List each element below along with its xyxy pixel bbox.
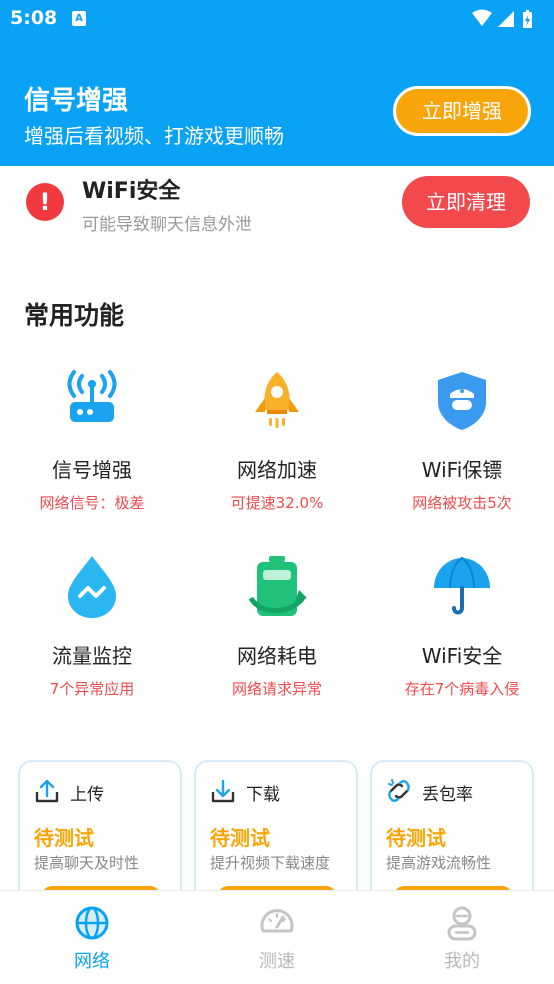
rocket-icon — [255, 372, 299, 428]
feature-status: 网络请求异常 — [231, 680, 322, 698]
water-drop-icon — [68, 556, 116, 618]
header-title: 信号增强 — [24, 86, 129, 116]
notification-a-icon: A — [72, 11, 86, 26]
card-title: 丢包率 — [422, 785, 473, 805]
battery-status-icon — [523, 10, 532, 28]
feature-name: 网络加速 — [237, 458, 317, 482]
feature-name: 流量监控 — [52, 644, 132, 668]
tab-label: 网络 — [74, 951, 110, 972]
packet-loss-test-card[interactable]: 丢包率 待测试 提高游戏流畅性 — [370, 760, 534, 910]
wifi-security-alert: ! WiFi安全 可能导致聊天信息外泄 立即清理 — [0, 166, 554, 246]
warning-icon: ! — [26, 183, 64, 221]
feature-name: WiFi保镖 — [421, 458, 503, 482]
globe-icon — [75, 906, 109, 940]
status-time: 5:08 — [10, 7, 58, 29]
alert-title: WiFi安全 — [82, 179, 181, 204]
card-state: 待测试 — [210, 826, 270, 850]
feature-status: 存在7个病毒入侵 — [404, 680, 520, 698]
tab-label: 我的 — [444, 951, 480, 972]
alert-subtitle: 可能导致聊天信息外泄 — [82, 215, 252, 235]
wifi-icon — [472, 9, 492, 26]
status-icons — [472, 9, 532, 28]
battery-icon — [248, 556, 307, 616]
feature-name: 信号增强 — [52, 458, 132, 482]
upload-icon — [35, 779, 59, 803]
feature-name: WiFi安全 — [421, 644, 503, 668]
cellular-icon — [498, 11, 514, 27]
tab-label: 测速 — [259, 951, 295, 972]
card-desc: 提升视频下载速度 — [210, 854, 331, 872]
card-desc: 提高聊天及时性 — [34, 854, 140, 872]
profile-icon — [447, 906, 477, 941]
card-title: 下载 — [246, 785, 280, 805]
feature-status: 可提速32.0% — [230, 494, 324, 512]
feature-status: 网络被攻击5次 — [412, 494, 512, 512]
feature-name: 网络耗电 — [237, 644, 317, 668]
bottom-tab-bar: 网络 测速 我的 — [0, 890, 554, 984]
upload-test-card[interactable]: 上传 待测试 提高聊天及时性 — [18, 760, 182, 910]
card-desc: 提高游戏流畅性 — [386, 854, 492, 872]
speedometer-icon — [260, 909, 294, 933]
shield-guard-icon — [438, 372, 486, 430]
feature-status: 7个异常应用 — [49, 680, 135, 698]
feature-status: 网络信号：极差 — [39, 494, 145, 512]
clean-now-button[interactable]: 立即清理 — [402, 176, 530, 228]
card-state: 待测试 — [386, 826, 446, 850]
status-bar: 5:08 A — [0, 0, 554, 38]
tab-profile[interactable]: 我的 — [370, 891, 554, 984]
boost-now-button[interactable]: 立即增强 — [393, 86, 531, 136]
card-state: 待测试 — [34, 826, 94, 850]
download-icon — [211, 779, 235, 803]
card-title: 上传 — [70, 785, 104, 805]
broken-link-icon — [388, 779, 410, 802]
umbrella-icon — [434, 556, 490, 615]
tab-network[interactable]: 网络 — [0, 891, 184, 984]
download-test-card[interactable]: 下载 待测试 提升视频下载速度 — [194, 760, 358, 910]
tab-speed-test[interactable]: 测速 — [185, 891, 369, 984]
section-title: 常用功能 — [24, 301, 125, 330]
header-subtitle: 增强后看视频、打游戏更顺畅 — [24, 124, 284, 148]
router-icon — [67, 370, 117, 422]
signal-boost-header: 信号增强 增强后看视频、打游戏更顺畅 立即增强 — [0, 38, 554, 166]
